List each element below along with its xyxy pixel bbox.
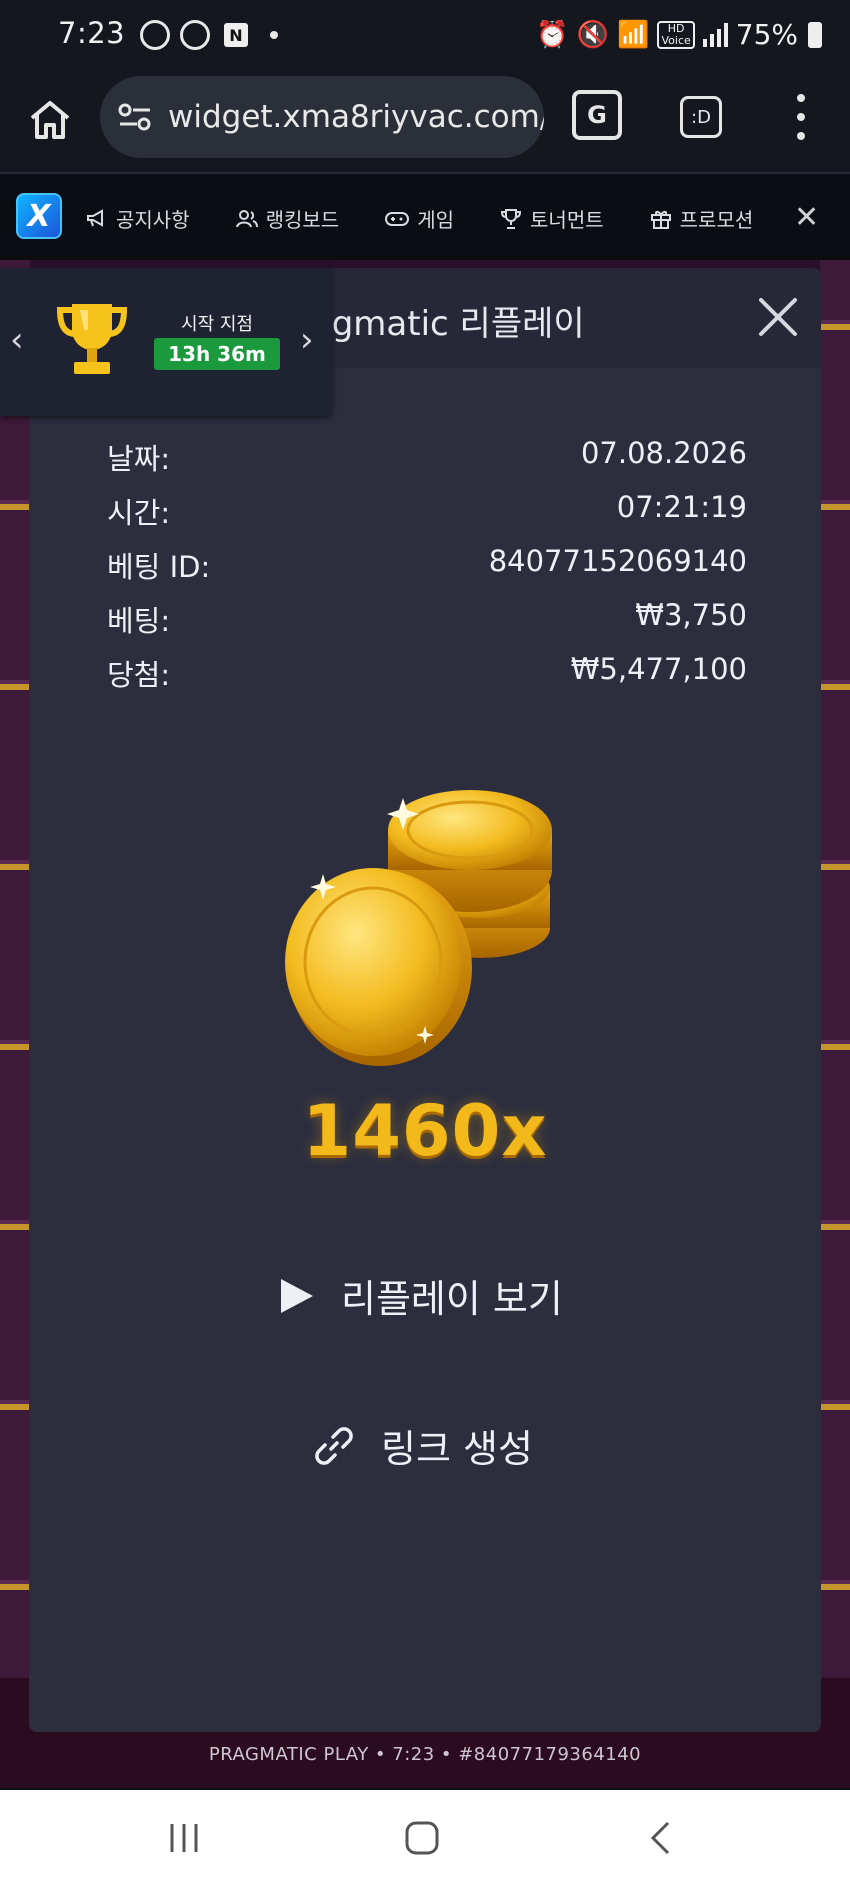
tournament-widget[interactable]: ‹ 시작 지점 13h 36m › xyxy=(0,268,332,416)
menu-icon[interactable] xyxy=(790,94,812,140)
browser-toolbar: widget.xma8riyvac.com/ G :D xyxy=(0,72,850,174)
detail-label: 베팅: xyxy=(107,604,171,638)
create-link-button[interactable]: 링크 생성 xyxy=(313,1418,533,1473)
address-bar[interactable]: widget.xma8riyvac.com/ xyxy=(100,76,544,158)
game-reel-edge-right xyxy=(820,260,850,1788)
detail-value: 07:21:19 xyxy=(616,490,747,524)
signal-icon xyxy=(702,22,728,47)
url-text: widget.xma8riyvac.com/ xyxy=(168,99,544,135)
detail-label: 당첨: xyxy=(107,658,171,692)
recent-apps-icon[interactable] xyxy=(168,1820,200,1856)
win-multiplier: 1460x xyxy=(302,1090,548,1172)
tournament-timer: 13h 36m xyxy=(154,338,280,370)
play-icon xyxy=(281,1278,313,1313)
close-icon[interactable]: ✕ xyxy=(794,200,819,235)
notification-icon xyxy=(140,20,170,50)
home-icon[interactable] xyxy=(26,96,74,144)
tournament-label: 시작 지점 xyxy=(181,314,253,335)
nav-item-ranking[interactable]: 랭킹보드 xyxy=(235,204,340,233)
battery-icon xyxy=(808,21,822,48)
detail-row: 베팅 ID: 84077152069140 xyxy=(107,544,747,598)
trophy-icon xyxy=(56,304,128,374)
nav-item-notice[interactable]: 공지사항 xyxy=(86,204,190,233)
detail-row: 베팅: ₩3,750 xyxy=(107,598,747,652)
nav-label: 게임 xyxy=(417,208,455,232)
nav-label: 프로모션 xyxy=(679,208,754,232)
trophy-icon xyxy=(501,208,522,229)
more-notifications-icon xyxy=(270,31,278,39)
system-nav-bar xyxy=(0,1790,850,1889)
mute-icon: 🔇 xyxy=(576,19,610,50)
site-nav: X 공지사항 랭킹보드 게임 토너먼트 프로모션 ✕ xyxy=(0,176,850,260)
status-bar: 7:23 N ⏰ 🔇 📶 HD Voice 75% xyxy=(0,0,850,72)
detail-label: 날짜: xyxy=(107,442,171,476)
view-replay-label: 리플레이 보기 xyxy=(341,1277,563,1321)
view-replay-button[interactable]: 리플레이 보기 xyxy=(279,1268,563,1323)
site-settings-icon[interactable] xyxy=(118,102,152,132)
link-icon xyxy=(315,1426,353,1465)
home-icon[interactable] xyxy=(404,1820,440,1856)
chevron-right-icon[interactable]: › xyxy=(300,320,314,360)
bet-details: 날짜: 07.08.2026 시간: 07:21:19 베팅 ID: 84077… xyxy=(107,436,747,706)
replay-modal: Pragmatic 리플레이 날짜: 07.08.2026 시간: 07:21:… xyxy=(29,268,821,1732)
nav-label: 공지사항 xyxy=(116,208,190,232)
nav-item-games[interactable]: 게임 xyxy=(385,204,454,233)
nav-label: 토너먼트 xyxy=(530,208,604,232)
nav-item-promotion[interactable]: 프로모션 xyxy=(650,204,754,233)
naver-icon: N xyxy=(224,23,248,47)
notification-icon xyxy=(180,20,210,50)
translate-icon[interactable]: G xyxy=(572,90,622,140)
detail-value: 07.08.2026 xyxy=(580,436,747,470)
site-nav-items: 공지사항 랭킹보드 게임 토너먼트 프로모션 xyxy=(86,204,753,233)
alarm-icon: ⏰ xyxy=(536,19,569,50)
detail-value: ₩5,477,100 xyxy=(570,652,747,686)
wifi-icon: 📶 xyxy=(617,19,650,50)
system-icons: ⏰ 🔇 📶 HD Voice 75% xyxy=(536,18,822,51)
detail-label: 베팅 ID: xyxy=(107,550,211,584)
detail-label: 시간: xyxy=(107,496,171,530)
gold-coins-icon xyxy=(285,790,552,1066)
back-icon[interactable] xyxy=(648,1820,672,1856)
game-reel-edge-left xyxy=(0,260,30,1788)
gift-icon xyxy=(650,210,671,229)
detail-row: 시간: 07:21:19 xyxy=(107,490,747,544)
site-logo[interactable]: X xyxy=(16,193,62,239)
gamepad-icon xyxy=(385,211,410,226)
detail-row: 날짜: 07.08.2026 xyxy=(107,436,747,490)
close-icon[interactable] xyxy=(755,294,801,340)
create-link-label: 링크 생성 xyxy=(381,1427,533,1471)
tab-switcher-button[interactable]: :D xyxy=(680,96,722,138)
chevron-left-icon[interactable]: ‹ xyxy=(10,320,24,360)
users-icon xyxy=(235,209,258,227)
nav-item-tournament[interactable]: 토너먼트 xyxy=(500,204,604,233)
battery-percent: 75% xyxy=(735,18,798,51)
detail-value: ₩3,750 xyxy=(635,598,747,632)
megaphone-icon xyxy=(87,208,103,227)
detail-value: 84077152069140 xyxy=(488,544,747,578)
game-footer-info: PRAGMATIC PLAY • 7:23 • #84077179364140 xyxy=(208,1744,642,1765)
notification-icons: N xyxy=(140,20,278,50)
hd-voice-icon: HD Voice xyxy=(657,20,695,49)
nav-label: 랭킹보드 xyxy=(265,208,340,232)
detail-row: 당첨: ₩5,477,100 xyxy=(107,652,747,706)
clock: 7:23 xyxy=(58,16,126,50)
